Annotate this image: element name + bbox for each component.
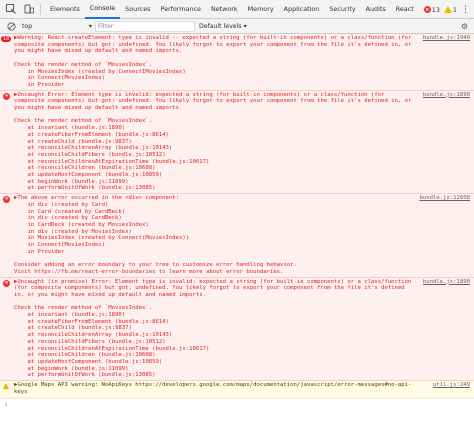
tab-performance[interactable]: Performance — [155, 0, 206, 19]
message-line: ▶Warning: React.createElement: type is i… — [14, 35, 415, 55]
error-count: 13 — [431, 5, 440, 14]
tab-application[interactable]: Application — [279, 0, 325, 19]
message-line: in Connect(MoviesIndex) — [14, 75, 105, 82]
error-message[interactable]: × ▶Uncaught Error: Element type is invali… — [0, 90, 474, 195]
chevron-down-icon: ▾ — [88, 22, 92, 30]
error-icon: × — [3, 196, 10, 204]
chevron-down-icon: ▾ — [243, 22, 247, 30]
message-line: in CardDeck (created by MoviesIndex) — [14, 221, 149, 228]
message-line: Check the render method of `MoviesIndex`… — [14, 305, 153, 312]
message-line: in Provider — [14, 81, 65, 88]
message-line: at performUnitOfWork (bundle.js:13085) — [14, 372, 156, 379]
message-line: at reconcileChildrenAtExpirationTime (bu… — [14, 158, 210, 165]
error-counter[interactable]: × 13 — [423, 5, 440, 14]
console-toolbar: top ▾ Filter Default levels ▾ ⚙ — [0, 19, 474, 34]
message-line: Check the render method of `MoviesIndex`… — [14, 118, 153, 125]
message-line: at createFiberFromElement (bundle.js:861… — [14, 131, 169, 138]
error-icon: × — [423, 6, 431, 13]
more-options-icon[interactable]: ⋮ — [461, 5, 470, 14]
gear-icon[interactable]: ⚙ — [461, 22, 468, 31]
message-line: at reconcileChildrenArray (bundle.js:101… — [14, 145, 173, 152]
message-line: at createChild (bundle.js:9837) — [14, 325, 132, 332]
message-line — [14, 112, 414, 119]
message-line: at beginWork (bundle.js:11099) — [14, 365, 129, 372]
source-link[interactable]: bundle.js:1890 — [423, 279, 470, 286]
clear-console-icon[interactable] — [4, 19, 18, 33]
filter-input[interactable]: Filter — [95, 20, 195, 32]
error-icon: × — [3, 279, 10, 287]
tab-memory[interactable]: Memory — [243, 0, 279, 19]
warning-message[interactable]: ▶Google Maps API warning: NoApiKeys http… — [0, 381, 474, 398]
message-line: ▶Google Maps API warning: NoApiKeys http… — [14, 382, 412, 395]
message-line: in MoviesIndex (created by ConnectIMovie… — [14, 68, 186, 75]
message-line — [14, 55, 414, 62]
tab-react[interactable]: React — [391, 0, 419, 19]
console-prompt[interactable]: › — [0, 397, 474, 412]
message-line: ▶The above error occurred in the <div> c… — [14, 195, 180, 202]
divider — [40, 3, 41, 15]
error-icon: × — [3, 92, 10, 100]
error-message[interactable]: × ▶Uncaught (in promise) Error: Element t… — [0, 277, 474, 382]
source-link[interactable]: bundle.js:12608 — [419, 195, 470, 202]
tab-elements[interactable]: Elements — [45, 0, 85, 19]
message-line: at invariant (bundle.js:1890) — [14, 125, 126, 132]
message-line: in div (created by Card) — [14, 201, 109, 208]
tab-sources[interactable]: Sources — [120, 0, 155, 19]
source-link[interactable]: bundle.js:1890 — [423, 92, 470, 99]
context-value: top — [22, 22, 33, 30]
warning-icon — [3, 383, 9, 390]
message-line: at reconcileChildFibers (bundle.js:10512… — [14, 151, 166, 158]
message-line: in Connect(MoviesIndex) — [14, 242, 105, 249]
tab-list: Elements Console Sources Performance Network… — [45, 0, 419, 19]
message-line: ▶Uncaught (in promise) Error: Element ty… — [14, 278, 415, 298]
message-line — [14, 255, 414, 262]
message-line: at reconcileChildFibers (bundle.js:10512… — [14, 338, 166, 345]
message-line: at updateHostComponent (bundle.js:10859) — [14, 172, 163, 179]
message-line: at updateHostComponent (bundle.js:10859) — [14, 358, 163, 365]
source-link[interactable]: util.js:249 — [433, 382, 470, 389]
repeat-count-badge: 10 — [1, 36, 12, 42]
message-line: at performUnitOfWork (bundle.js:13085) — [14, 185, 156, 192]
message-line: at reconcileChildren (bundle.js:10608) — [14, 165, 156, 172]
tab-console[interactable]: Console — [84, 0, 121, 19]
message-line: in div (created by MoviesIndex) — [14, 228, 132, 235]
warning-count: 1 — [452, 5, 457, 14]
message-line: at reconcileChildrenArray (bundle.js:101… — [14, 332, 173, 339]
warning-icon — [443, 6, 452, 13]
message-line: Consider adding an error boundary to you… — [14, 262, 297, 269]
message-line: at beginWork (bundle.js:11099) — [14, 178, 129, 185]
message-line: ▶Uncaught Error: Element type is invalid… — [14, 91, 415, 112]
message-line: at reconcileChildrenAtExpirationTime (bu… — [14, 345, 210, 352]
filter-placeholder: Filter — [98, 22, 114, 30]
tab-audits[interactable]: Audits — [361, 0, 391, 19]
source-link[interactable]: bundle.js:1940 — [423, 35, 470, 42]
log-levels-label: Default levels — [199, 22, 242, 30]
message-line: at createFiberFromElement (bundle.js:861… — [14, 318, 169, 325]
message-line: in Provider — [14, 248, 65, 255]
message-line: in MoviesIndex (created by Connect(Movie… — [14, 235, 190, 242]
tab-security[interactable]: Security — [324, 0, 360, 19]
toolbar-right: × 13 1 ⋮ — [423, 0, 470, 19]
context-selector[interactable]: top ▾ — [22, 23, 92, 30]
inspect-element-icon[interactable] — [4, 2, 18, 16]
message-line: in div (created by CardBeck) — [14, 215, 122, 222]
message-line — [14, 299, 414, 306]
error-message[interactable]: 10 ▶Warning: React.createElement: type is… — [0, 34, 474, 91]
warning-counter[interactable]: 1 — [443, 5, 457, 14]
message-line: Check the render method of `MoviesIndex`… — [14, 61, 153, 68]
console-messages: 10 ▶Warning: React.createElement: type is… — [0, 34, 474, 422]
message-line: at reconcileChildren (bundle.js:10608) — [14, 352, 156, 359]
devtools-tabbar: Elements Console Sources Performance Network… — [0, 0, 474, 19]
message-line: at createChild (bundle.js:9837) — [14, 138, 132, 145]
message-line: at invariant (bundle.js:1890) — [14, 312, 126, 319]
message-line: in Card (created by CardBeck) — [14, 208, 126, 215]
error-message[interactable]: × ▶The above error occurred in the <div> … — [0, 194, 474, 278]
message-line: Visit https://fb.me/react-error-boundari… — [14, 268, 284, 275]
log-levels-dropdown[interactable]: Default levels ▾ — [199, 23, 247, 30]
device-toolbar-icon[interactable] — [22, 2, 36, 16]
tab-network[interactable]: Network — [206, 0, 243, 19]
